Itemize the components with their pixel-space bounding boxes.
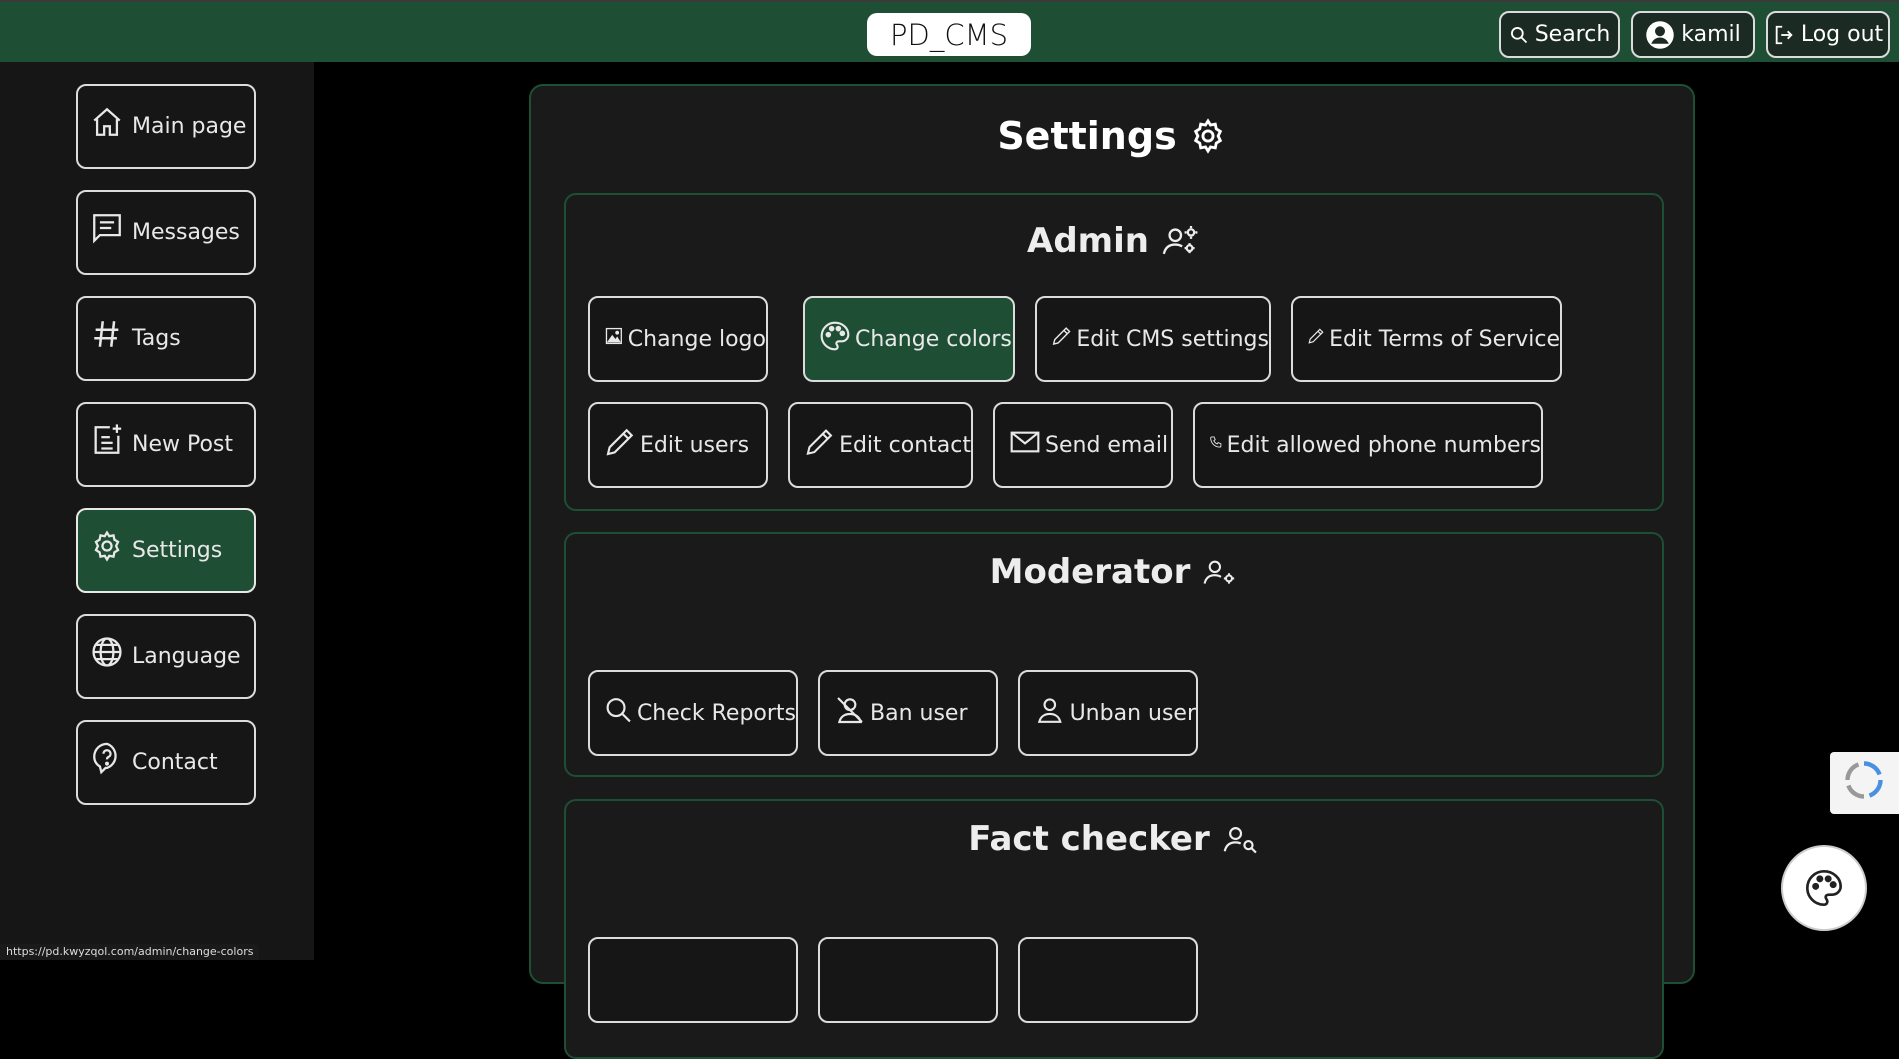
edit-terms-of-service-button[interactable]: Edit Terms of Service <box>1291 296 1562 382</box>
section-title-text: Moderator <box>989 552 1191 592</box>
logout-button[interactable]: Log out <box>1766 11 1890 58</box>
gear-icon <box>1193 118 1222 154</box>
logout-icon <box>1775 25 1793 44</box>
message-icon <box>93 213 121 243</box>
change-logo-button[interactable]: Change logo <box>588 296 768 382</box>
globe-icon <box>92 636 122 667</box>
gear-icon <box>94 529 120 562</box>
section-title-text: Fact checker <box>968 819 1210 859</box>
search-button[interactable]: Search <box>1499 11 1620 58</box>
hash-icon <box>94 320 119 347</box>
sidebar-item-label: Messages <box>132 220 240 245</box>
page-title: Settings <box>531 114 1693 158</box>
recaptcha-badge[interactable] <box>1830 752 1899 814</box>
user-slash-icon <box>837 697 863 724</box>
search-label: Search <box>1534 22 1611 47</box>
palette-icon <box>820 321 850 351</box>
fact-checker-section: Fact checker <box>564 799 1664 1059</box>
user-search-icon <box>1223 827 1257 854</box>
envelope-icon <box>1010 431 1040 453</box>
status-url: https://pd.kwyzqol.com/admin/change-colo… <box>0 944 260 960</box>
button-label: Edit contact <box>839 432 971 458</box>
change-colors-button[interactable]: Change colors <box>803 296 1015 382</box>
moderator-section: Moderator Check Reports Ban user Unban u… <box>564 532 1664 777</box>
user-label: kamil <box>1681 22 1741 47</box>
sidebar-item-contact[interactable]: Contact <box>76 720 256 805</box>
edit-contact-button[interactable]: Edit contact <box>788 402 973 488</box>
sidebar-item-messages[interactable]: Messages <box>76 190 256 275</box>
button-label: Edit users <box>640 432 750 458</box>
fact-checker-button[interactable] <box>588 937 798 1023</box>
button-label: Send email <box>1045 432 1169 458</box>
new-post-icon <box>94 423 122 454</box>
sidebar-item-label: New Post <box>132 432 234 457</box>
button-label: Change logo <box>627 326 766 352</box>
sidebar-item-language[interactable]: Language <box>76 614 256 699</box>
edit-cms-settings-button[interactable]: Edit CMS settings <box>1035 296 1271 382</box>
phone-icon <box>1210 436 1222 448</box>
question-icon <box>93 742 117 774</box>
sidebar-item-label: Tags <box>132 326 181 351</box>
image-icon <box>605 327 622 345</box>
palette-icon <box>1806 869 1843 907</box>
check-reports-button[interactable]: Check Reports <box>588 670 798 756</box>
page-title-text: Settings <box>997 114 1177 158</box>
section-title-text: Admin <box>1027 221 1149 261</box>
pencil-icon <box>806 429 833 456</box>
settings-panel: Settings Admin Change logo Change colors… <box>529 84 1695 1059</box>
top-bar: PD_CMS Search kamil Log out <box>0 0 1899 62</box>
button-label: Change colors <box>855 326 1012 352</box>
send-email-button[interactable]: Send email <box>993 402 1173 488</box>
sidebar-item-label: Language <box>132 644 241 669</box>
button-label: Check Reports <box>636 700 796 726</box>
user-gear-icon <box>1203 560 1235 584</box>
logout-label: Log out <box>1800 22 1884 47</box>
section-title: Fact checker <box>566 819 1662 859</box>
unban-user-button[interactable]: Unban user <box>1018 670 1198 756</box>
button-label: Ban user <box>870 700 968 726</box>
sidebar-item-settings[interactable]: Settings <box>76 508 256 593</box>
pencil-icon <box>1052 327 1071 345</box>
color-palette-button[interactable] <box>1781 845 1867 931</box>
edit-users-button[interactable]: Edit users <box>588 402 768 488</box>
sidebar-item-tags[interactable]: Tags <box>76 296 256 381</box>
button-label: Edit Terms of Service <box>1329 326 1560 352</box>
section-title: Moderator <box>566 552 1662 592</box>
pencil-icon <box>1308 328 1324 344</box>
fact-checker-button[interactable] <box>818 937 998 1023</box>
button-label: Unban user <box>1069 700 1196 726</box>
button-label: Edit allowed phone numbers <box>1226 432 1541 458</box>
fact-checker-button[interactable] <box>1018 937 1198 1023</box>
user-button[interactable]: kamil <box>1631 11 1755 58</box>
sidebar-item-main-page[interactable]: Main page <box>76 84 256 169</box>
search-icon <box>606 698 631 723</box>
button-label: Edit CMS settings <box>1076 326 1269 352</box>
sidebar: Main page Messages Tags New Post Setting… <box>0 62 314 960</box>
user-circle-icon <box>1646 20 1674 49</box>
pencil-icon <box>606 428 634 456</box>
sidebar-item-label: Main page <box>132 114 247 139</box>
user-icon <box>1037 698 1062 723</box>
edit-allowed-phone-numbers-button[interactable]: Edit allowed phone numbers <box>1193 402 1543 488</box>
search-icon <box>1510 26 1527 43</box>
sidebar-item-label: Settings <box>132 538 223 563</box>
user-gear-icon <box>1162 226 1198 255</box>
admin-section: Admin Change logo Change colors Edit CMS… <box>564 193 1664 511</box>
recaptcha-icon <box>1845 761 1883 799</box>
ban-user-button[interactable]: Ban user <box>818 670 998 756</box>
brand-logo[interactable]: PD_CMS <box>867 13 1031 56</box>
sidebar-item-new-post[interactable]: New Post <box>76 402 256 487</box>
section-title: Admin <box>566 221 1662 261</box>
sidebar-item-label: Contact <box>132 750 218 775</box>
home-icon <box>93 107 121 136</box>
